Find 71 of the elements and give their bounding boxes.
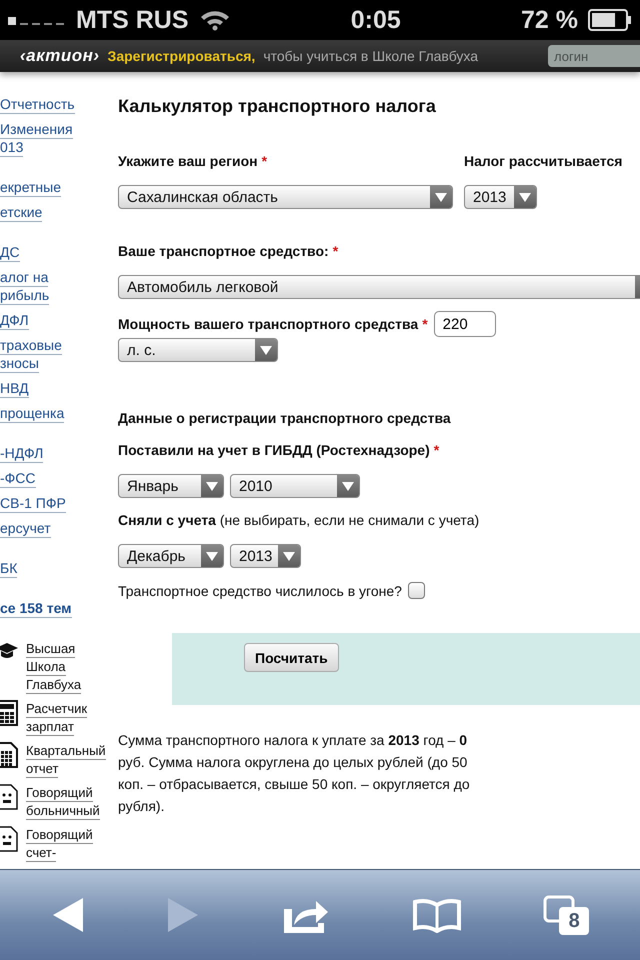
caret-icon [278, 545, 300, 567]
sidebar-link[interactable]: НВД [0, 380, 29, 398]
dropdown[interactable]: Январь [118, 474, 224, 498]
tool-link[interactable]: Квартальный отчет [26, 742, 106, 778]
dropdown[interactable]: 2010 [230, 474, 360, 498]
dropdown[interactable]: л. с. [118, 338, 278, 362]
tabs-button[interactable]: 8 [543, 895, 590, 935]
wifi-icon [198, 9, 230, 31]
caret-icon [201, 545, 223, 567]
battery-percent: 72 % [521, 6, 578, 34]
logo[interactable]: ‹актион› [20, 46, 100, 66]
required-mark: * [262, 153, 268, 169]
caret-icon [430, 186, 452, 208]
caret-icon [255, 339, 277, 361]
back-button[interactable] [50, 896, 85, 934]
field-label: Мощность вашего транспортного средства * [118, 316, 428, 332]
sidebar-link[interactable]: траховые зносы [0, 337, 62, 373]
tool-link[interactable]: Говорящий счет- [26, 826, 93, 862]
sidebar-link[interactable]: -НДФЛ [0, 445, 44, 463]
sidebar-link[interactable]: ерсучет [0, 520, 51, 538]
tool-link[interactable]: Расчетчик зарплат [26, 700, 88, 736]
page-title: Калькулятор транспортного налога [118, 96, 437, 117]
dropdown[interactable]: Автомобиль легковой [118, 275, 640, 299]
field-label: Ваше транспортное средство: * [118, 243, 340, 259]
sidebar-link[interactable]: БК [0, 560, 18, 578]
result-text: Сумма транспортного налога к уплате за 2013 год – 0 руб. Сумма налога округлена до целых рублей (до 50 коп. – отбрасывается, свыше 50 коп. – округляется до рубля). [118, 731, 471, 816]
checkbox-label: Транспортное средство числилось в угоне? [118, 582, 402, 598]
dropdown[interactable]: Декабрь [118, 544, 224, 568]
register-link[interactable]: Зарегистрироваться, [108, 48, 256, 64]
battery-icon [588, 9, 632, 31]
sidebar-link[interactable]: алог на рибыль [0, 269, 50, 305]
field-label: Сняли с учета (не выбирать, если не снимали с учета) [118, 512, 480, 528]
dropdown[interactable]: 2013 [230, 544, 301, 568]
sidebar-link[interactable]: екретные [0, 179, 62, 197]
carrier-name: MTS RUS [76, 6, 188, 34]
signal-icon [8, 15, 66, 25]
document-icon [0, 784, 18, 810]
sidebar-link[interactable]: Изменения 013 [0, 121, 73, 157]
tool-link[interactable]: Высшая Школа Главбуха [26, 640, 82, 694]
spreadsheet-icon [0, 742, 18, 768]
checkbox[interactable] [408, 582, 425, 599]
sidebar-link[interactable]: ДФЛ [0, 312, 29, 330]
document-icon [0, 826, 18, 852]
sidebar-link[interactable]: се 158 тем [0, 600, 72, 618]
power-field[interactable]: 220 [434, 311, 496, 337]
dropdown[interactable]: Сахалинская область [118, 185, 453, 209]
sidebar-link[interactable]: прощенка [0, 405, 64, 423]
required-mark: * [434, 442, 440, 458]
required-mark: * [332, 243, 338, 259]
dropdown[interactable]: 2013 [464, 185, 537, 209]
caret-icon [514, 186, 536, 208]
caret-icon [337, 475, 359, 497]
banner-text: чтобы учиться в Школе Главбуха [263, 48, 478, 64]
required-mark: * [422, 316, 428, 332]
sidebar-link[interactable]: етские [0, 204, 42, 222]
sidebar-link[interactable]: СВ-1 ПФР [0, 495, 66, 513]
field-label: Поставили на учет в ГИБДД (Ростехнадзоре) * [118, 442, 440, 458]
sidebar-link[interactable]: Отчетность [0, 96, 75, 114]
login-field[interactable]: логин [548, 45, 640, 67]
sidebar-link[interactable]: -ФСС [0, 470, 36, 488]
sidebar-link[interactable]: ДС [0, 244, 20, 262]
clock-time: 0:05 [350, 6, 401, 34]
field-label: Укажите ваш регион * [118, 153, 268, 169]
bookmarks-button[interactable] [412, 897, 462, 933]
caret-icon [201, 475, 223, 497]
calculator-icon [0, 700, 18, 726]
field-label: Налог рассчитывается [464, 153, 622, 169]
tool-link[interactable]: Говорящий больничный [26, 784, 100, 820]
section-heading: Данные о регистрации транспортного средства [118, 410, 452, 426]
calculate-button[interactable]: Посчитать [244, 643, 339, 672]
forward-button[interactable] [166, 896, 200, 934]
